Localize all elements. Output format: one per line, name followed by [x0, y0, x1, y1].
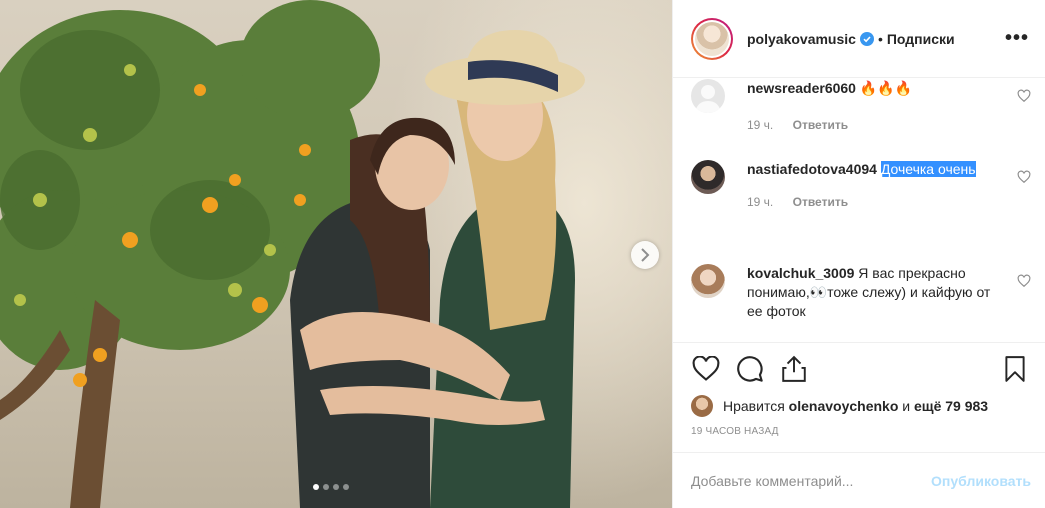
like-comment-icon[interactable]	[1017, 170, 1031, 184]
post-time[interactable]: 19 ЧАСОВ НАЗАД	[673, 418, 1045, 452]
bookmark-icon	[1005, 355, 1025, 382]
liker-avatar[interactable]	[691, 395, 713, 417]
following-button[interactable]: Подписки	[887, 31, 955, 47]
comment-text: 🔥🔥🔥	[859, 80, 913, 96]
post-side-panel: polyakovamusic • Подписки ••• newsreader	[672, 0, 1045, 508]
carousel-indicator	[313, 484, 349, 490]
comment-item: newsreader6060 🔥🔥🔥 19 ч. Ответить	[691, 79, 1031, 135]
comment-item: nastiafedotova4094 Дочечка очень 19 ч. О…	[691, 160, 1031, 212]
likes-count-button[interactable]: ещё 79 983	[914, 398, 988, 414]
share-icon	[782, 355, 806, 382]
liker-username[interactable]: olenavoychenko	[789, 398, 899, 414]
comment-bubble-icon	[737, 355, 763, 382]
reply-button[interactable]: Ответить	[793, 195, 848, 209]
reply-button[interactable]: Ответить	[793, 118, 848, 132]
carousel-dot	[323, 484, 329, 490]
comments-list[interactable]: newsreader6060 🔥🔥🔥 19 ч. Ответить nastia…	[673, 78, 1045, 342]
post-photo[interactable]	[0, 0, 672, 508]
author-avatar[interactable]	[691, 17, 733, 60]
separator-dot: •	[877, 30, 883, 47]
photo-illustration	[0, 0, 585, 508]
likes-prefix: Нравится	[723, 398, 785, 414]
carousel-dot-active	[313, 484, 319, 490]
add-comment-bar: Опубликовать	[673, 452, 1045, 508]
likes-and: и	[902, 398, 911, 414]
comment-button[interactable]	[734, 353, 766, 385]
comment-username[interactable]: kovalchuk_3009	[747, 265, 854, 281]
like-button[interactable]	[690, 353, 722, 385]
verified-badge-icon	[859, 31, 874, 46]
share-button[interactable]	[778, 353, 810, 385]
comment-avatar[interactable]	[691, 264, 725, 298]
comment-time[interactable]: 19 ч.	[747, 118, 773, 132]
author-username[interactable]: polyakovamusic	[747, 31, 856, 47]
like-comment-icon[interactable]	[1017, 274, 1031, 288]
comment-avatar[interactable]	[691, 79, 725, 113]
chevron-right-icon	[641, 248, 650, 262]
heart-icon	[692, 355, 720, 381]
comment-username[interactable]: nastiafedotova4094	[747, 161, 877, 177]
comment-username[interactable]: newsreader6060	[747, 80, 856, 96]
post-actions-bar	[673, 342, 1045, 394]
comment-text: Дочечка очень	[880, 161, 976, 177]
like-comment-icon[interactable]	[1017, 89, 1031, 103]
comment-input[interactable]	[691, 472, 932, 489]
post-header: polyakovamusic • Подписки •••	[673, 0, 1045, 78]
likes-summary: Нравится olenavoychenko и ещё 79 983	[673, 394, 1045, 418]
carousel-dot	[343, 484, 349, 490]
comment-time[interactable]: 19 ч.	[747, 195, 773, 209]
next-photo-button[interactable]	[631, 241, 659, 269]
comment-avatar[interactable]	[691, 160, 725, 194]
instagram-post: polyakovamusic • Подписки ••• newsreader	[0, 0, 1045, 508]
default-user-icon	[695, 85, 721, 113]
publish-button[interactable]: Опубликовать	[931, 473, 1031, 489]
comment-item: kovalchuk_3009 Я вас прекрасно понимаю,👀…	[691, 264, 1031, 321]
save-button[interactable]	[999, 353, 1031, 385]
more-options-icon[interactable]: •••	[1005, 27, 1029, 50]
carousel-dot	[333, 484, 339, 490]
